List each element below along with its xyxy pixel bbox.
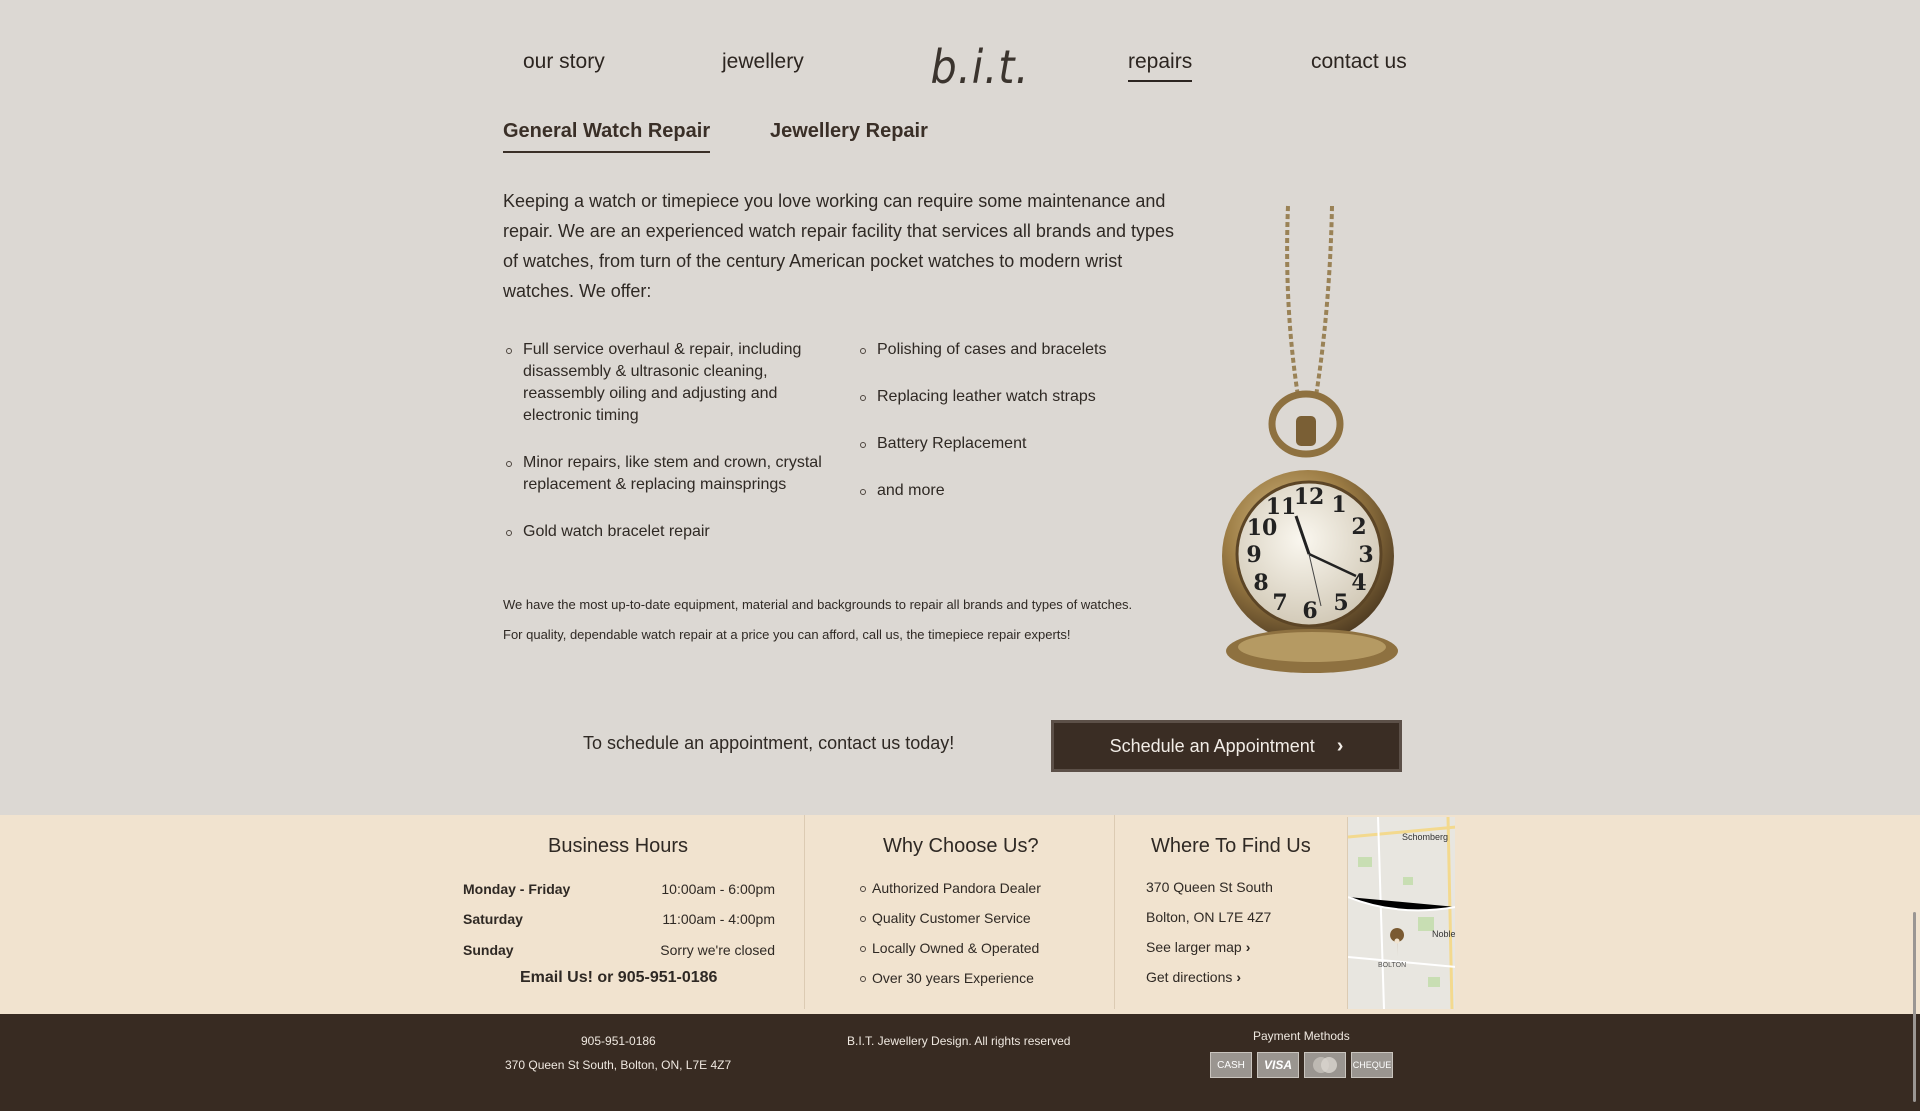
intro-paragraph: Keeping a watch or timepiece you love wo… [503,191,1175,301]
nav-jewellery[interactable]: jewellery [722,50,804,74]
footer: 905-951-0186 370 Queen St South, Bolton,… [0,1014,1920,1111]
list-item: Battery Replacement [857,433,1177,455]
map-label-noble: Noble [1432,929,1455,939]
svg-text:9: 9 [1246,542,1261,568]
services-right-column: Polishing of cases and bracelets Replaci… [857,339,1177,502]
why-list: Authorized Pandora Dealer Quality Custom… [860,879,1041,999]
tab-jewellery-repair[interactable]: Jewellery Repair [770,120,928,143]
svg-text:2: 2 [1351,514,1366,540]
list-item: Minor repairs, like stem and crown, crys… [503,452,823,496]
address-line-1: 370 Queen St South [1146,879,1273,895]
quality-note: For quality, dependable watch repair at … [503,627,1071,642]
list-item: Locally Owned & Operated [860,939,1041,969]
chevron-right-icon: › [1236,969,1242,985]
site-logo[interactable]: b.i.t. [930,40,1029,94]
schedule-appointment-label: Schedule an Appointment [1109,735,1315,756]
where-to-find-us-title: Where To Find Us [1151,835,1311,857]
hours-row: Sunday Sorry we're closed [463,942,775,958]
list-item: Quality Customer Service [860,909,1041,939]
cta-text: To schedule an appointment, contact us t… [583,733,955,753]
services-left-column: Full service overhaul & repair, includin… [503,339,823,543]
nav-repairs[interactable]: repairs [1128,50,1193,82]
list-item: Full service overhaul & repair, includin… [503,339,823,427]
get-directions-link[interactable]: Get directions › [1146,969,1241,985]
hours-day: Saturday [463,911,523,927]
chevron-right-icon: › [1336,734,1344,757]
page-scrollbar[interactable] [1913,912,1916,1102]
info-strip: Business Hours Monday - Friday 10:00am -… [0,815,1920,1014]
get-directions-label: Get directions [1146,969,1233,985]
list-item: and more [857,480,1177,502]
hours-time: 10:00am - 6:00pm [661,881,775,897]
mastercard-payment-icon [1304,1052,1346,1078]
email-phone-link[interactable]: Email Us! or 905-951-0186 [520,969,717,987]
hours-row: Monday - Friday 10:00am - 6:00pm [463,881,775,897]
schedule-appointment-button[interactable]: Schedule an Appointment › [1051,720,1402,772]
map-label-bolton: BOLTON [1378,962,1406,969]
equipment-note: We have the most up-to-date equipment, m… [503,597,1133,612]
business-hours-title: Business Hours [548,835,689,857]
why-choose-us-title: Why Choose Us? [883,835,1039,857]
footer-phone[interactable]: 905-951-0186 [581,1034,656,1048]
hours-day: Monday - Friday [463,881,571,897]
cash-payment-icon: CASH [1210,1052,1252,1078]
pocket-watch-image: 12 1 2 3 4 5 6 7 8 9 10 11 [1206,186,1406,676]
list-item: Replacing leather watch straps [857,386,1177,408]
visa-payment-icon: VISA [1257,1052,1299,1078]
hours-row: Saturday 11:00am - 4:00pm [463,911,775,927]
list-item: Gold watch bracelet repair [503,521,823,543]
svg-text:11: 11 [1266,494,1297,520]
svg-text:6: 6 [1302,598,1317,624]
cheque-payment-icon: CHEQUE [1351,1052,1393,1078]
location-map[interactable]: Schomberg Noble BOLTON [1347,817,1455,1009]
svg-text:5: 5 [1333,590,1348,616]
map-label-schomberg: Schomberg [1402,832,1448,842]
address-line-2: Bolton, ON L7E 4Z7 [1146,909,1272,925]
nav-contact-us[interactable]: contact us [1311,50,1407,74]
payment-methods-title: Payment Methods [1253,1029,1350,1043]
svg-text:8: 8 [1253,570,1268,596]
see-larger-map-label: See larger map [1146,939,1242,955]
chevron-right-icon: › [1245,939,1251,955]
list-item: Over 30 years Experience [860,969,1041,999]
hours-time: 11:00am - 4:00pm [662,911,775,927]
nav-our-story[interactable]: our story [523,50,605,74]
svg-text:1: 1 [1331,492,1346,518]
tab-general-watch-repair[interactable]: General Watch Repair [503,120,711,153]
svg-text:3: 3 [1358,542,1373,568]
hours-day: Sunday [463,942,514,958]
list-item: Polishing of cases and bracelets [857,339,1177,361]
svg-text:12: 12 [1294,484,1325,510]
footer-rights: B.I.T. Jewellery Design. All rights rese… [847,1034,1071,1048]
footer-address: 370 Queen St South, Bolton, ON, L7E 4Z7 [505,1058,732,1072]
hours-time: Sorry we're closed [660,942,775,958]
see-larger-map-link[interactable]: See larger map › [1146,939,1250,955]
svg-text:7: 7 [1272,590,1287,616]
list-item: Authorized Pandora Dealer [860,879,1041,909]
top-nav: our story jewellery b.i.t. repairs conta… [0,40,1920,94]
